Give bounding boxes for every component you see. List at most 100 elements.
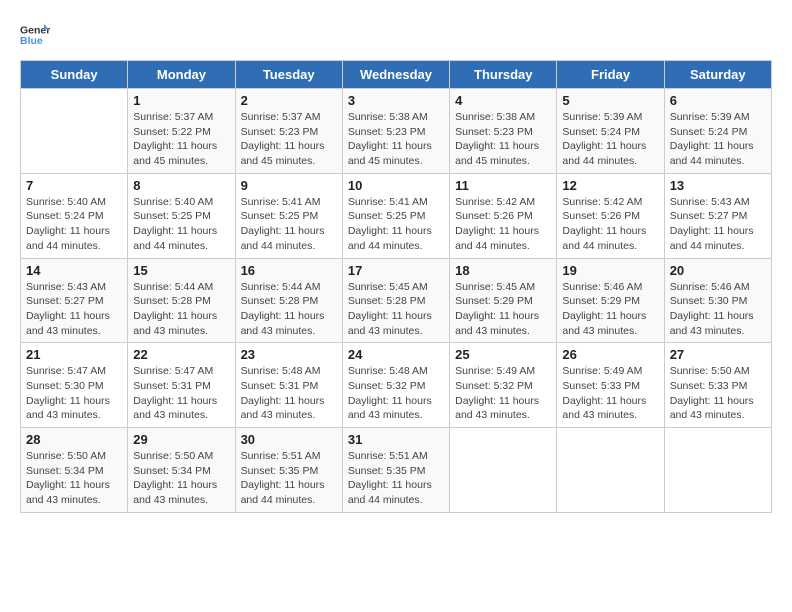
calendar-cell: 17 Sunrise: 5:45 AM Sunset: 5:28 PM Dayli…: [342, 258, 449, 343]
calendar-cell: 13 Sunrise: 5:43 AM Sunset: 5:27 PM Dayli…: [664, 173, 771, 258]
calendar-body: 1Sunrise: 5:37 AM Sunset: 5:22 PM Daylig…: [21, 89, 772, 513]
calendar-week-5: 28 Sunrise: 5:50 AM Sunset: 5:34 PM Dayli…: [21, 428, 772, 513]
day-number: 31: [348, 432, 444, 447]
calendar-cell: 8 Sunrise: 5:40 AM Sunset: 5:25 PM Daylig…: [128, 173, 235, 258]
day-info: Sunrise: 5:39 AM Sunset: 5:24 PM Dayligh…: [562, 110, 658, 169]
calendar-cell: 30 Sunrise: 5:51 AM Sunset: 5:35 PM Dayli…: [235, 428, 342, 513]
weekday-header-row: SundayMondayTuesdayWednesdayThursdayFrid…: [21, 61, 772, 89]
day-number: 15: [133, 263, 229, 278]
weekday-header-tuesday: Tuesday: [235, 61, 342, 89]
day-number: 28: [26, 432, 122, 447]
calendar-cell: 22 Sunrise: 5:47 AM Sunset: 5:31 PM Dayli…: [128, 343, 235, 428]
weekday-header-wednesday: Wednesday: [342, 61, 449, 89]
svg-text:Blue: Blue: [20, 35, 43, 47]
calendar-cell: 1Sunrise: 5:37 AM Sunset: 5:22 PM Daylig…: [128, 89, 235, 174]
calendar-cell: 24Sunrise: 5:48 AM Sunset: 5:32 PM Dayli…: [342, 343, 449, 428]
calendar-cell: 2Sunrise: 5:37 AM Sunset: 5:23 PM Daylig…: [235, 89, 342, 174]
calendar-cell: 29Sunrise: 5:50 AM Sunset: 5:34 PM Dayli…: [128, 428, 235, 513]
day-number: 21: [26, 347, 122, 362]
calendar-cell: 6 Sunrise: 5:39 AM Sunset: 5:24 PM Daylig…: [664, 89, 771, 174]
calendar-week-3: 14Sunrise: 5:43 AM Sunset: 5:27 PM Dayli…: [21, 258, 772, 343]
weekday-header-thursday: Thursday: [450, 61, 557, 89]
day-number: 29: [133, 432, 229, 447]
day-number: 6: [670, 93, 766, 108]
weekday-header-saturday: Saturday: [664, 61, 771, 89]
day-number: 26: [562, 347, 658, 362]
day-number: 30: [241, 432, 337, 447]
day-info: Sunrise: 5:47 AM Sunset: 5:31 PM Dayligh…: [133, 364, 229, 423]
day-info: Sunrise: 5:42 AM Sunset: 5:26 PM Dayligh…: [562, 195, 658, 254]
day-info: Sunrise: 5:40 AM Sunset: 5:25 PM Dayligh…: [133, 195, 229, 254]
day-info: Sunrise: 5:41 AM Sunset: 5:25 PM Dayligh…: [241, 195, 337, 254]
day-info: Sunrise: 5:40 AM Sunset: 5:24 PM Dayligh…: [26, 195, 122, 254]
day-number: 17: [348, 263, 444, 278]
day-number: 3: [348, 93, 444, 108]
calendar-cell: 16 Sunrise: 5:44 AM Sunset: 5:28 PM Dayli…: [235, 258, 342, 343]
day-number: 18: [455, 263, 551, 278]
calendar-cell: 25 Sunrise: 5:49 AM Sunset: 5:32 PM Dayli…: [450, 343, 557, 428]
calendar-cell: 3 Sunrise: 5:38 AM Sunset: 5:23 PM Daylig…: [342, 89, 449, 174]
calendar-table: SundayMondayTuesdayWednesdayThursdayFrid…: [20, 60, 772, 513]
day-info: Sunrise: 5:49 AM Sunset: 5:32 PM Dayligh…: [455, 364, 551, 423]
day-number: 27: [670, 347, 766, 362]
day-info: Sunrise: 5:47 AM Sunset: 5:30 PM Dayligh…: [26, 364, 122, 423]
calendar-cell: [450, 428, 557, 513]
calendar-cell: 31 Sunrise: 5:51 AM Sunset: 5:35 PM Dayli…: [342, 428, 449, 513]
day-number: 20: [670, 263, 766, 278]
calendar-week-4: 21 Sunrise: 5:47 AM Sunset: 5:30 PM Dayli…: [21, 343, 772, 428]
day-number: 12: [562, 178, 658, 193]
day-info: Sunrise: 5:45 AM Sunset: 5:28 PM Dayligh…: [348, 280, 444, 339]
day-number: 19: [562, 263, 658, 278]
day-info: Sunrise: 5:50 AM Sunset: 5:34 PM Dayligh…: [26, 449, 122, 508]
weekday-header-monday: Monday: [128, 61, 235, 89]
calendar-week-1: 1Sunrise: 5:37 AM Sunset: 5:22 PM Daylig…: [21, 89, 772, 174]
calendar-cell: 23 Sunrise: 5:48 AM Sunset: 5:31 PM Dayli…: [235, 343, 342, 428]
day-number: 9: [241, 178, 337, 193]
weekday-header-sunday: Sunday: [21, 61, 128, 89]
day-info: Sunrise: 5:51 AM Sunset: 5:35 PM Dayligh…: [241, 449, 337, 508]
day-info: Sunrise: 5:38 AM Sunset: 5:23 PM Dayligh…: [455, 110, 551, 169]
day-number: 22: [133, 347, 229, 362]
calendar-cell: [557, 428, 664, 513]
day-number: 1: [133, 93, 229, 108]
day-info: Sunrise: 5:38 AM Sunset: 5:23 PM Dayligh…: [348, 110, 444, 169]
day-number: 4: [455, 93, 551, 108]
day-info: Sunrise: 5:46 AM Sunset: 5:30 PM Dayligh…: [670, 280, 766, 339]
calendar-cell: 12 Sunrise: 5:42 AM Sunset: 5:26 PM Dayli…: [557, 173, 664, 258]
day-info: Sunrise: 5:42 AM Sunset: 5:26 PM Dayligh…: [455, 195, 551, 254]
day-info: Sunrise: 5:39 AM Sunset: 5:24 PM Dayligh…: [670, 110, 766, 169]
day-number: 8: [133, 178, 229, 193]
day-number: 11: [455, 178, 551, 193]
calendar-cell: 9 Sunrise: 5:41 AM Sunset: 5:25 PM Daylig…: [235, 173, 342, 258]
day-info: Sunrise: 5:51 AM Sunset: 5:35 PM Dayligh…: [348, 449, 444, 508]
day-number: 16: [241, 263, 337, 278]
day-number: 25: [455, 347, 551, 362]
day-info: Sunrise: 5:46 AM Sunset: 5:29 PM Dayligh…: [562, 280, 658, 339]
calendar-cell: 18 Sunrise: 5:45 AM Sunset: 5:29 PM Dayli…: [450, 258, 557, 343]
day-number: 13: [670, 178, 766, 193]
calendar-cell: 7Sunrise: 5:40 AM Sunset: 5:24 PM Daylig…: [21, 173, 128, 258]
day-info: Sunrise: 5:48 AM Sunset: 5:31 PM Dayligh…: [241, 364, 337, 423]
calendar-cell: 11 Sunrise: 5:42 AM Sunset: 5:26 PM Dayli…: [450, 173, 557, 258]
day-info: Sunrise: 5:44 AM Sunset: 5:28 PM Dayligh…: [241, 280, 337, 339]
page-header: General Blue: [20, 20, 772, 50]
day-info: Sunrise: 5:37 AM Sunset: 5:23 PM Dayligh…: [241, 110, 337, 169]
calendar-cell: 21 Sunrise: 5:47 AM Sunset: 5:30 PM Dayli…: [21, 343, 128, 428]
logo-icon: General Blue: [20, 20, 50, 50]
calendar-cell: 28 Sunrise: 5:50 AM Sunset: 5:34 PM Dayli…: [21, 428, 128, 513]
day-info: Sunrise: 5:43 AM Sunset: 5:27 PM Dayligh…: [670, 195, 766, 254]
day-number: 23: [241, 347, 337, 362]
weekday-header-friday: Friday: [557, 61, 664, 89]
day-number: 10: [348, 178, 444, 193]
calendar-cell: 19 Sunrise: 5:46 AM Sunset: 5:29 PM Dayli…: [557, 258, 664, 343]
day-info: Sunrise: 5:43 AM Sunset: 5:27 PM Dayligh…: [26, 280, 122, 339]
day-number: 5: [562, 93, 658, 108]
day-info: Sunrise: 5:49 AM Sunset: 5:33 PM Dayligh…: [562, 364, 658, 423]
calendar-cell: 4 Sunrise: 5:38 AM Sunset: 5:23 PM Daylig…: [450, 89, 557, 174]
day-info: Sunrise: 5:45 AM Sunset: 5:29 PM Dayligh…: [455, 280, 551, 339]
day-info: Sunrise: 5:48 AM Sunset: 5:32 PM Dayligh…: [348, 364, 444, 423]
calendar-cell: [664, 428, 771, 513]
day-info: Sunrise: 5:44 AM Sunset: 5:28 PM Dayligh…: [133, 280, 229, 339]
calendar-cell: 27Sunrise: 5:50 AM Sunset: 5:33 PM Dayli…: [664, 343, 771, 428]
calendar-cell: [21, 89, 128, 174]
